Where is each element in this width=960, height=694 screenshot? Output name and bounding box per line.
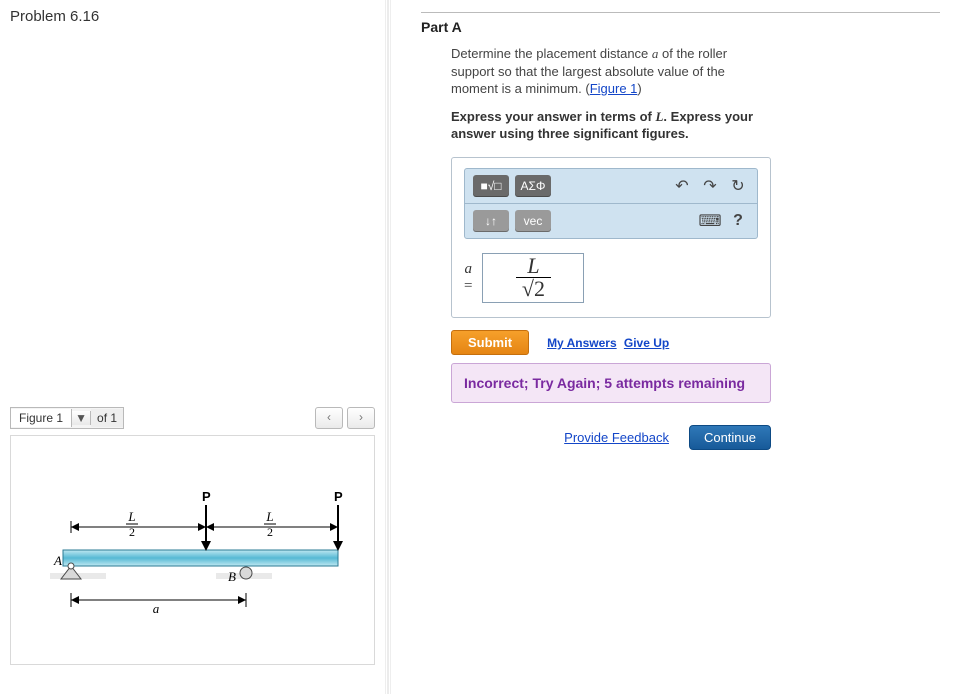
- problem-title: Problem 6.16: [10, 8, 375, 25]
- answer-variable: a =: [464, 261, 472, 294]
- vec-button[interactable]: vec: [515, 210, 551, 232]
- figure-label: Figure: [19, 411, 53, 425]
- question-post: ): [637, 81, 641, 96]
- undo-icon[interactable]: ↶: [671, 175, 693, 197]
- figure-link[interactable]: Figure 1: [590, 81, 638, 96]
- figure-toolbar: Figure 1 ▼ of 1 ‹ ›: [10, 405, 375, 431]
- top-rule: [421, 12, 940, 13]
- question-text: Determine the placement distance a of th…: [451, 45, 771, 98]
- figure-label-two2: 2: [267, 525, 273, 539]
- bottom-row: Provide Feedback Continue: [451, 425, 771, 450]
- figure-total: of 1: [91, 409, 123, 427]
- figure-label-a: a: [152, 601, 159, 616]
- answer-line: a = L √2: [464, 253, 758, 303]
- answer-denominator: √2: [516, 278, 551, 300]
- figure-label-Lhalf2: L: [265, 509, 273, 524]
- answer-eq: =: [464, 278, 472, 294]
- redo-icon[interactable]: ↷: [699, 175, 721, 197]
- subsup-button[interactable]: ↓↑: [473, 210, 509, 232]
- my-answers-link[interactable]: My Answers: [547, 336, 617, 350]
- instruction-pre: Express your answer in terms of: [451, 109, 655, 124]
- help-button[interactable]: ?: [727, 210, 749, 232]
- instruction-text: Express your answer in terms of L. Expre…: [451, 108, 791, 143]
- continue-button[interactable]: Continue: [689, 425, 771, 450]
- toolbar-row-1: ■√□ ΑΣΦ ↶ ↷ ↻: [464, 168, 758, 204]
- answer-numerator: L: [516, 255, 551, 278]
- answer-var: a: [464, 261, 472, 277]
- reset-icon[interactable]: ↻: [727, 175, 749, 197]
- templates-button[interactable]: ■√□: [473, 175, 509, 197]
- figure-selector[interactable]: Figure 1 ▼ of 1: [10, 407, 124, 429]
- figure-current: 1: [56, 411, 63, 425]
- provide-feedback-link[interactable]: Provide Feedback: [564, 430, 669, 445]
- greek-button[interactable]: ΑΣΦ: [515, 175, 551, 197]
- answer-panel: ■√□ ΑΣΦ ↶ ↷ ↻ ↓↑ vec ⌨ ? a =: [451, 157, 771, 318]
- figure-panel: A B P P L: [10, 435, 375, 665]
- figure-label-Lhalf1: L: [127, 509, 135, 524]
- figure-prev-button[interactable]: ‹: [315, 407, 343, 429]
- figure-label-P1: P: [202, 489, 211, 504]
- submit-button[interactable]: Submit: [451, 330, 529, 355]
- submit-row: Submit My Answers Give Up: [451, 330, 940, 355]
- figure-label-P2: P: [334, 489, 343, 504]
- toolbar-row-2: ↓↑ vec ⌨ ?: [464, 203, 758, 239]
- keyboard-icon[interactable]: ⌨: [699, 210, 721, 232]
- figure-label-two1: 2: [129, 525, 135, 539]
- figure-label-A: A: [53, 553, 62, 568]
- chevron-down-icon[interactable]: ▼: [72, 411, 91, 425]
- figure-label-B: B: [228, 569, 236, 584]
- give-up-link[interactable]: Give Up: [624, 336, 669, 350]
- question-pre: Determine the placement distance: [451, 46, 652, 61]
- feedback-message: Incorrect; Try Again; 5 attempts remaini…: [451, 363, 771, 403]
- figure-svg: A B P P L: [28, 465, 358, 635]
- part-title: Part A: [421, 19, 940, 35]
- figure-next-button[interactable]: ›: [347, 407, 375, 429]
- answer-input[interactable]: L √2: [482, 253, 584, 303]
